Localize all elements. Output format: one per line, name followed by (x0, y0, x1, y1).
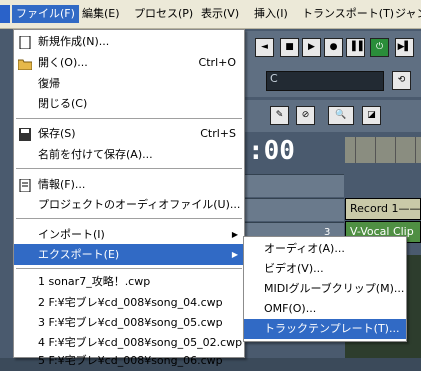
menu-label: エクスポート(E) (38, 248, 120, 261)
submenu-arrow-icon: ▶ (231, 230, 238, 239)
menu-label: 新規作成(N)... (38, 35, 110, 48)
save-disk-icon (18, 127, 32, 141)
menu-item-save[interactable]: 保存(S) Ctrl+S (14, 123, 244, 144)
key-field[interactable]: C (266, 71, 384, 91)
export-midi-groove[interactable]: MIDIグルーブクリップ(M)... (244, 279, 406, 299)
menu-process[interactable]: プロセス(P) (130, 5, 197, 23)
submenu-arrow-icon: ▶ (231, 250, 238, 259)
export-video[interactable]: ビデオ(V)... (244, 259, 406, 279)
menu-item-project-audio[interactable]: プロジェクトのオーディオファイル(U)... (14, 194, 244, 215)
stop-button[interactable]: ■ (280, 38, 299, 57)
menu-item-open[interactable]: 開く(O)... Ctrl+O (14, 52, 244, 73)
export-audio[interactable]: オーディオ(A)... (244, 239, 406, 259)
zoom-tool-icon[interactable]: 🔍 (328, 106, 354, 125)
transport-toolbar: ◄ ■ ▶ ● ▐▐ ⏻ ▶▌ (244, 31, 421, 65)
new-file-icon (18, 35, 32, 50)
menu-separator (16, 268, 242, 269)
menu-item-recent-1[interactable]: 1 sonar7_攻略！.cwp (14, 271, 244, 292)
open-folder-icon (17, 56, 33, 71)
file-menu: 新規作成(N)... 開く(O)... Ctrl+O 復帰 閉じる(C) 保存(… (13, 29, 245, 367)
track-row[interactable] (244, 174, 344, 197)
menu-label: 閉じる(C) (38, 97, 88, 110)
menu-label: トラックテンプレート(T)... (264, 322, 400, 335)
draw-tool-icon[interactable]: ✎ (270, 106, 289, 125)
tools-toolbar: ✎ ⊘ 🔍 ◪ (244, 100, 421, 132)
menu-insert[interactable]: 挿入(I) (250, 5, 292, 23)
menu-shortcut: Ctrl+S (200, 127, 236, 140)
menu-item-info[interactable]: 情報(F)... (14, 174, 244, 195)
timeline-ruler[interactable] (345, 137, 421, 163)
mute-tool-icon[interactable]: ⊘ (296, 106, 315, 125)
key-field-value: C (270, 72, 278, 85)
menu-shortcut: Ctrl+O (198, 56, 236, 69)
key-toolbar: C ⟲ (244, 65, 421, 97)
menu-separator (16, 168, 242, 169)
menu-label: 開く(O)... (38, 56, 88, 69)
menu-label: インポート(I) (38, 228, 105, 241)
menu-view[interactable]: 表示(V) (197, 5, 243, 23)
power-button[interactable]: ⏻ (370, 38, 389, 57)
time-display: :00 (248, 136, 295, 166)
record-button[interactable]: ● (324, 38, 343, 57)
menu-separator (16, 118, 242, 119)
menu-label: ビデオ(V)... (264, 262, 324, 275)
menu-label: 復帰 (38, 77, 60, 90)
menu-item-close[interactable]: 閉じる(C) (14, 93, 244, 114)
menu-item-recent-2[interactable]: 2 F:¥宅ブレ¥cd_008¥song_04.cwp (14, 292, 244, 313)
snap-tool-icon[interactable]: ◪ (362, 106, 381, 125)
menu-label: 保存(S) (38, 127, 76, 140)
menu-item-recent-5[interactable]: 5 F:¥宅ブレ¥cd_008¥song_06.cwp (14, 350, 244, 371)
menu-label: プロジェクトのオーディオファイル(U)... (38, 198, 241, 211)
menu-item-export[interactable]: エクスポート(E) ▶ (14, 244, 244, 265)
menu-item-import[interactable]: インポート(I) ▶ (14, 224, 244, 245)
menu-label: 3 F:¥宅ブレ¥cd_008¥song_05.cwp (38, 316, 223, 329)
menu-label: 2 F:¥宅ブレ¥cd_008¥song_04.cwp (38, 296, 223, 309)
menu-edit[interactable]: 編集(E) (78, 5, 124, 23)
export-omf[interactable]: OMF(O)... (244, 299, 406, 319)
menu-label: MIDIグルーブクリップ(M)... (264, 282, 405, 295)
menu-jump[interactable]: ジャン (391, 5, 421, 23)
menu-transport[interactable]: トランスポート(T) (298, 5, 398, 23)
menu-label: OMF(O)... (264, 302, 317, 315)
menu-label: 5 F:¥宅ブレ¥cd_008¥song_06.cwp (38, 354, 223, 367)
menu-separator (16, 218, 242, 219)
menu-label: オーディオ(A)... (264, 242, 345, 255)
export-submenu: オーディオ(A)... ビデオ(V)... MIDIグルーブクリップ(M)...… (243, 236, 407, 342)
rewind-button[interactable]: ◄ (255, 38, 274, 57)
menu-file[interactable]: ファイル(F) (12, 5, 79, 23)
menu-item-revert[interactable]: 復帰 (14, 73, 244, 94)
record-clip[interactable]: Record 1—— (345, 198, 421, 220)
menu-label: 情報(F)... (38, 178, 86, 191)
play-button[interactable]: ▶ (302, 38, 321, 57)
loop-button[interactable]: ⟲ (392, 71, 411, 90)
menu-item-recent-3[interactable]: 3 F:¥宅ブレ¥cd_008¥song_05.cwp (14, 312, 244, 333)
menu-label: 1 sonar7_攻略！.cwp (38, 275, 151, 288)
pause-button[interactable]: ▐▐ (346, 38, 365, 57)
menu-bar: ファイル(F) 編集(E) プロセス(P) 表示(V) 挿入(I) トランスポー… (0, 0, 421, 29)
end-button[interactable]: ▶▌ (395, 38, 414, 57)
track-row[interactable] (244, 198, 344, 221)
menu-item-save-as[interactable]: 名前を付けて保存(A)... (14, 144, 244, 165)
info-icon (18, 178, 32, 193)
menu-label: 名前を付けて保存(A)... (38, 148, 153, 161)
app-icon (0, 5, 10, 23)
export-track-template[interactable]: トラックテンプレート(T)... (244, 319, 406, 339)
menu-item-new[interactable]: 新規作成(N)... (14, 31, 244, 52)
